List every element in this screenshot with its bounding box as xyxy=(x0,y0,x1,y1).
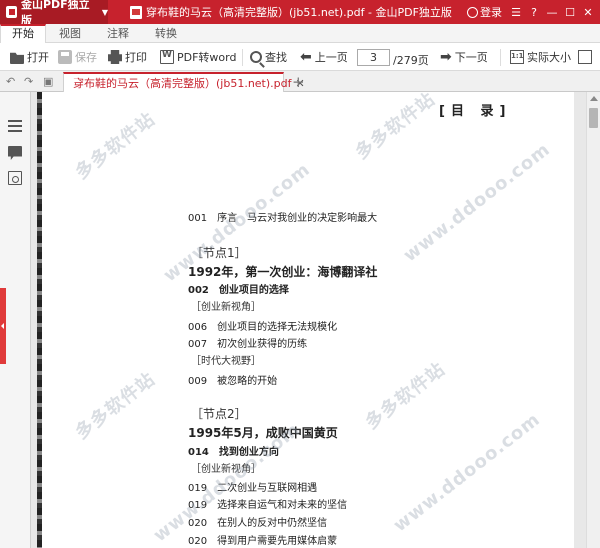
next-page-button[interactable]: ➡ 下一页 xyxy=(440,48,488,66)
app-logo-icon xyxy=(6,6,17,18)
printer-icon xyxy=(108,50,122,64)
document-title: 穿布鞋的马云（高清完整版）(jb51.net).pdf - 金山PDF独立版 xyxy=(146,6,452,19)
pdf-file-icon xyxy=(130,5,142,19)
toc-entry: 020 得到用户需要先用媒体启蒙 xyxy=(188,536,338,547)
page-number-input[interactable] xyxy=(357,49,390,66)
watermark: 多多软件站 xyxy=(71,368,160,444)
actual-size-label: 实际大小 xyxy=(527,51,571,64)
comment-icon[interactable] xyxy=(8,146,22,160)
left-sidebar xyxy=(0,92,31,548)
find-label: 查找 xyxy=(265,51,287,64)
search-icon xyxy=(250,51,262,63)
tab-annotate[interactable]: 注释 xyxy=(98,24,138,43)
page-scan-edge xyxy=(37,92,42,548)
save-label: 保存 xyxy=(75,51,97,64)
help-icon[interactable]: ? xyxy=(526,4,542,20)
close-icon[interactable]: ✕ xyxy=(580,4,596,20)
quick-save-icon[interactable]: ▣ xyxy=(43,75,53,88)
login-label: 登录 xyxy=(480,6,502,19)
toc-section: ［节点2］ xyxy=(191,407,247,421)
app-menu-button[interactable]: 金山PDF独立版 ▼ xyxy=(0,0,108,27)
outline-icon[interactable] xyxy=(8,120,22,134)
toc-entry: 020 在别人的反对中仍然坚信 xyxy=(188,518,328,529)
vertical-scrollbar[interactable] xyxy=(586,92,600,548)
open-label: 打开 xyxy=(27,51,49,64)
toc-subsection: ［创业新视角］ xyxy=(191,302,261,313)
watermark: www.ddooo.com xyxy=(389,408,545,537)
document-viewer[interactable]: [目 录] 001 序言 马云对我创业的决定影响最大 ［节点1］ 1992年，第… xyxy=(31,92,586,548)
maximize-icon[interactable]: ☐ xyxy=(562,4,578,20)
attachment-icon[interactable] xyxy=(8,171,22,185)
toc-entry: 007 初次创业获得的历练 xyxy=(188,339,308,350)
toolbar: 打开 保存 打印 PDF转word 查找 ⬅ 上一页 /279页 ➡ 下一页 1… xyxy=(0,43,600,71)
minimize-icon[interactable]: — xyxy=(544,4,560,20)
watermark: 多多软件站 xyxy=(361,358,450,434)
undo-icon[interactable]: ↶ xyxy=(6,75,15,88)
print-label: 打印 xyxy=(125,51,147,64)
actual-size-button[interactable]: 1:1 实际大小 xyxy=(510,48,571,66)
toc-entry: 009 被忽略的开始 xyxy=(188,376,278,387)
watermark: 多多软件站 xyxy=(351,92,440,164)
pdf-to-word-button[interactable]: PDF转word xyxy=(160,48,236,66)
find-button[interactable]: 查找 xyxy=(250,48,287,66)
toolbar-divider xyxy=(500,49,501,66)
open-button[interactable]: 打开 xyxy=(10,48,49,66)
toc-chapter: 1995年5月，成败中国黄页 xyxy=(188,426,338,440)
skin-icon[interactable]: ☰ xyxy=(508,4,524,20)
folder-open-icon xyxy=(10,52,24,64)
watermark: www.ddooo.com xyxy=(399,138,555,267)
document-tab-label: 穿布鞋的马云（高清完整版）(jb51.net).pdf xyxy=(73,77,292,90)
toc-title: [目 录] xyxy=(439,104,512,119)
sidebar-collapse-handle[interactable] xyxy=(0,288,6,364)
window-controls: 登录 ☰ ? — ☐ ✕ xyxy=(467,0,600,24)
toolbar-divider xyxy=(242,49,243,66)
toc-entry: 002 创业项目的选择 xyxy=(188,285,289,296)
toc-subsection: ［时代大视野］ xyxy=(191,356,261,367)
tab-start[interactable]: 开始 xyxy=(0,24,46,43)
word-icon xyxy=(160,50,174,64)
pdf-to-word-label: PDF转word xyxy=(177,51,237,64)
window-title: 穿布鞋的马云（高清完整版）(jb51.net).pdf - 金山PDF独立版 xyxy=(130,0,452,24)
watermark: 多多软件站 xyxy=(71,108,160,184)
scroll-thumb[interactable] xyxy=(589,108,598,128)
redo-icon[interactable]: ↷ xyxy=(24,75,33,88)
actual-size-icon: 1:1 xyxy=(510,50,524,64)
login-button[interactable]: 登录 xyxy=(467,4,502,20)
arrow-right-icon: ➡ xyxy=(440,49,452,65)
pdf-page: [目 录] 001 序言 马云对我创业的决定影响最大 ［节点1］ 1992年，第… xyxy=(37,92,574,548)
tab-convert[interactable]: 转换 xyxy=(146,24,186,43)
next-page-label: 下一页 xyxy=(454,51,488,64)
print-button[interactable]: 打印 xyxy=(108,48,147,66)
user-icon xyxy=(467,6,478,18)
page-total: /279页 xyxy=(393,54,429,67)
prev-page-label: 上一页 xyxy=(314,51,348,64)
fit-page-icon xyxy=(578,50,592,64)
ribbon-tabs: 开始 视图 注释 转换 xyxy=(0,24,600,43)
scroll-up-icon[interactable] xyxy=(590,96,598,101)
prev-page-button[interactable]: ⬅ 上一页 xyxy=(300,48,348,66)
save-button[interactable]: 保存 xyxy=(58,48,97,66)
add-tab-icon[interactable]: + xyxy=(292,73,305,91)
title-bar: 金山PDF独立版 ▼ 穿布鞋的马云（高清完整版）(jb51.net).pdf -… xyxy=(0,0,600,27)
tab-view[interactable]: 视图 xyxy=(50,24,90,43)
toc-entry: 001 序言 马云对我创业的决定影响最大 xyxy=(188,213,378,224)
save-icon xyxy=(58,50,72,64)
chevron-down-icon: ▼ xyxy=(101,7,108,17)
fit-page-button[interactable] xyxy=(578,48,592,66)
arrow-left-icon: ⬅ xyxy=(300,49,312,65)
toc-chapter: 1992年，第一次创业：海博翻译社 xyxy=(188,265,378,279)
document-tab-bar: ↶ ↷ ▣ 穿布鞋的马云（高清完整版）(jb51.net).pdf ✕ + xyxy=(0,71,600,92)
toc-entry: 006 创业项目的选择无法规模化 xyxy=(188,322,338,333)
document-tab[interactable]: 穿布鞋的马云（高清完整版）(jb51.net).pdf ✕ xyxy=(63,72,305,92)
